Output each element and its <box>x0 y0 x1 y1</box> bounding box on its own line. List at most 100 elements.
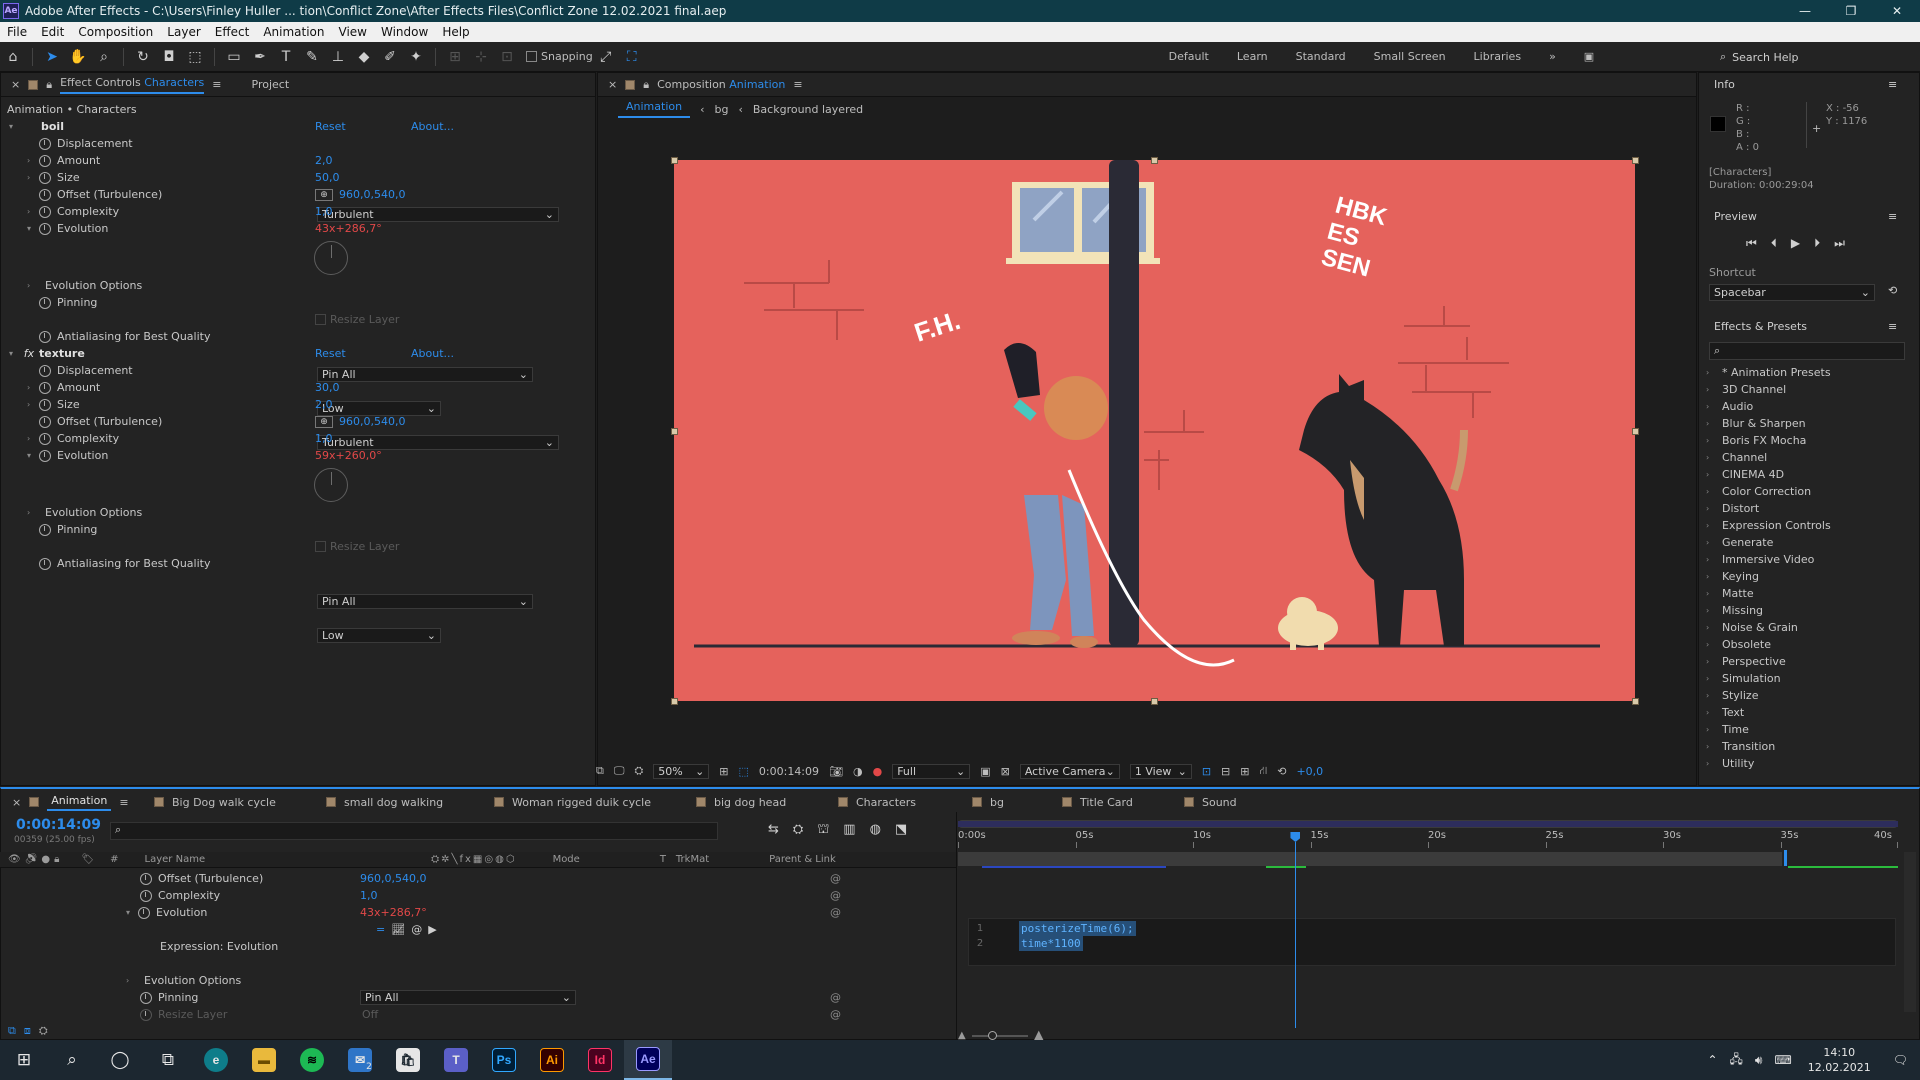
camera-dropdown[interactable]: Active Camera ⌄ <box>1019 763 1120 779</box>
network-icon[interactable]: 🖧︎ <box>1724 1050 1749 1071</box>
transform-handle[interactable] <box>1151 157 1158 164</box>
transparency-grid-icon[interactable]: ⊠ <box>1001 765 1010 778</box>
pinning-dropdown[interactable]: Pin All ⌄ <box>317 367 533 382</box>
camera-tool-icon[interactable]: ◘ <box>158 46 180 68</box>
snap-feature-icon[interactable]: ⛶ <box>621 46 643 68</box>
region-of-interest-icon[interactable]: ▣ <box>980 765 990 778</box>
offset-value-text[interactable]: 960,0,540,0 <box>339 188 405 201</box>
size-value[interactable]: 50,0 <box>315 169 340 186</box>
toggle-modes-icon[interactable]: ⧈ <box>24 1024 31 1038</box>
expand-icon[interactable]: › <box>27 173 37 182</box>
expression-editor[interactable]: 12 posterizeTime(6); time*1100 <box>968 918 1896 966</box>
stopwatch-icon[interactable] <box>39 449 51 462</box>
windows-start-icon[interactable]: ⊞ <box>0 1040 48 1080</box>
draft-3d-icon[interactable]: ⛭ <box>793 822 803 839</box>
workspace-standard[interactable]: Standard <box>1282 50 1360 63</box>
graph-editor-icon[interactable]: ⬔ <box>895 822 907 839</box>
after-effects-icon[interactable]: Ae <box>624 1040 672 1080</box>
always-preview-icon[interactable]: ⧉ <box>596 764 604 778</box>
effect-reset-link[interactable]: Reset <box>315 345 346 362</box>
home-icon[interactable]: ⌂ <box>2 46 24 68</box>
cortana-icon[interactable]: ◯ <box>96 1040 144 1080</box>
layer-name-header[interactable]: Layer Name <box>145 854 206 865</box>
crosshair-icon[interactable]: ⊕ <box>315 415 333 428</box>
axis-local-icon[interactable]: ⊞ <box>444 46 466 68</box>
fx-category[interactable]: › CINEMA 4D <box>1706 466 1784 483</box>
composition-canvas[interactable]: F.H. HBK ES SEN <box>674 160 1635 701</box>
fx-category[interactable]: › Simulation <box>1706 670 1781 687</box>
fx-category[interactable]: › Perspective <box>1706 653 1786 670</box>
menu-window[interactable]: Window <box>374 25 435 39</box>
menu-file[interactable]: File <box>0 25 34 39</box>
expand-icon[interactable]: › <box>27 508 37 517</box>
stopwatch-icon[interactable] <box>140 889 152 902</box>
pickwhip-icon[interactable]: @ <box>830 1006 841 1023</box>
previous-frame-icon[interactable]: ⏴ <box>1771 236 1777 251</box>
lock-icon[interactable]: 🔒︎ <box>643 78 649 92</box>
stopwatch-icon[interactable] <box>39 381 51 394</box>
effect-boil-header[interactable]: ▾ boil <box>9 118 64 135</box>
tab-timeline-big-dog[interactable]: Big Dog walk cycle <box>154 792 276 812</box>
av-switches-icon[interactable]: 👁︎🔊︎●🔒︎ <box>8 854 63 865</box>
lock-icon[interactable]: 🔒︎ <box>46 78 52 92</box>
panel-menu-icon[interactable]: ≡ <box>793 78 802 91</box>
reset-shortcut-icon[interactable]: ⟲ <box>1888 284 1897 297</box>
workspace-panel-icon[interactable]: ▣ <box>1570 50 1608 63</box>
transform-handle[interactable] <box>1632 428 1639 435</box>
stopwatch-icon[interactable] <box>39 432 51 445</box>
tab-timeline-characters[interactable]: Characters <box>838 792 916 812</box>
rectangle-tool-icon[interactable]: ▭ <box>223 46 245 68</box>
close-tab-icon[interactable]: × <box>11 78 20 91</box>
vr-icon[interactable]: ⛭ <box>634 764 643 778</box>
transform-handle[interactable] <box>671 698 678 705</box>
tl-pinning-dropdown[interactable]: Pin All ⌄ <box>360 990 576 1005</box>
tab-timeline-animation[interactable]: × Animation ≡ <box>12 792 129 812</box>
stopwatch-icon[interactable] <box>39 205 51 218</box>
crosshair-icon[interactable]: ⊕ <box>315 188 333 201</box>
motion-blur-icon[interactable]: ◍ <box>870 822 881 839</box>
axis-view-icon[interactable]: ⊡ <box>496 46 518 68</box>
shortcut-dropdown[interactable]: Spacebar ⌄ <box>1709 284 1875 301</box>
timeline-timecode[interactable]: 0:00:14:09 <box>16 817 101 833</box>
fx-category[interactable]: › Utility <box>1706 755 1754 772</box>
timeline-icon[interactable]: ⊞ <box>1240 765 1249 778</box>
exposure-value[interactable]: +0,0 <box>1296 765 1323 778</box>
tab-timeline-title-card[interactable]: Title Card <box>1062 792 1133 812</box>
toggle-render-time-icon[interactable]: ⛭ <box>39 1024 48 1038</box>
search-icon[interactable]: ⌕ <box>48 1040 96 1080</box>
stopwatch-icon[interactable] <box>39 171 51 184</box>
stopwatch-icon[interactable] <box>39 137 51 150</box>
work-area-end-marker[interactable] <box>1784 850 1787 866</box>
first-frame-icon[interactable]: ⏮ <box>1746 236 1757 251</box>
transform-handle[interactable] <box>671 428 678 435</box>
notifications-icon[interactable]: 🗨︎ <box>1881 1053 1920 1067</box>
viewer-timecode[interactable]: 0:00:14:09 <box>759 765 819 778</box>
menu-edit[interactable]: Edit <box>34 25 71 39</box>
channel-icon[interactable]: ● <box>873 765 883 778</box>
clone-stamp-tool-icon[interactable]: ⊥ <box>327 46 349 68</box>
show-snapshot-icon[interactable]: ◑ <box>853 765 863 778</box>
breadcrumb-animation[interactable]: Animation <box>618 100 691 118</box>
menu-help[interactable]: Help <box>435 25 476 39</box>
last-frame-icon[interactable]: ⏭ <box>1834 236 1845 251</box>
fx-category[interactable]: › Noise & Grain <box>1706 619 1798 636</box>
roto-brush-tool-icon[interactable]: ✐ <box>379 46 401 68</box>
playhead[interactable] <box>1290 828 1301 1028</box>
expression-graph-icon[interactable]: 📈︎ <box>391 923 405 936</box>
breadcrumb-background-layered[interactable]: Background layered <box>753 103 863 116</box>
amount-value[interactable]: 30,0 <box>315 379 340 396</box>
flowchart-icon[interactable]: ⛙ <box>1259 764 1267 779</box>
collapse-icon[interactable]: ▾ <box>9 349 19 358</box>
fast-previews-icon[interactable]: ⊟ <box>1221 765 1230 778</box>
collapse-icon[interactable]: ▾ <box>126 908 136 917</box>
zoom-tool-icon[interactable]: ⌕ <box>93 46 115 68</box>
workspace-overflow-icon[interactable]: » <box>1535 50 1570 63</box>
fx-category[interactable]: › Transition <box>1706 738 1775 755</box>
selection-tool-icon[interactable]: ➤ <box>41 46 63 68</box>
expand-icon[interactable]: › <box>27 281 37 290</box>
transform-handle[interactable] <box>1151 698 1158 705</box>
layer-duration-bar[interactable] <box>958 852 1782 866</box>
fx-category[interactable]: › Stylize <box>1706 687 1758 704</box>
menu-layer[interactable]: Layer <box>160 25 207 39</box>
tl-complexity-value[interactable]: 1,0 <box>360 887 378 904</box>
